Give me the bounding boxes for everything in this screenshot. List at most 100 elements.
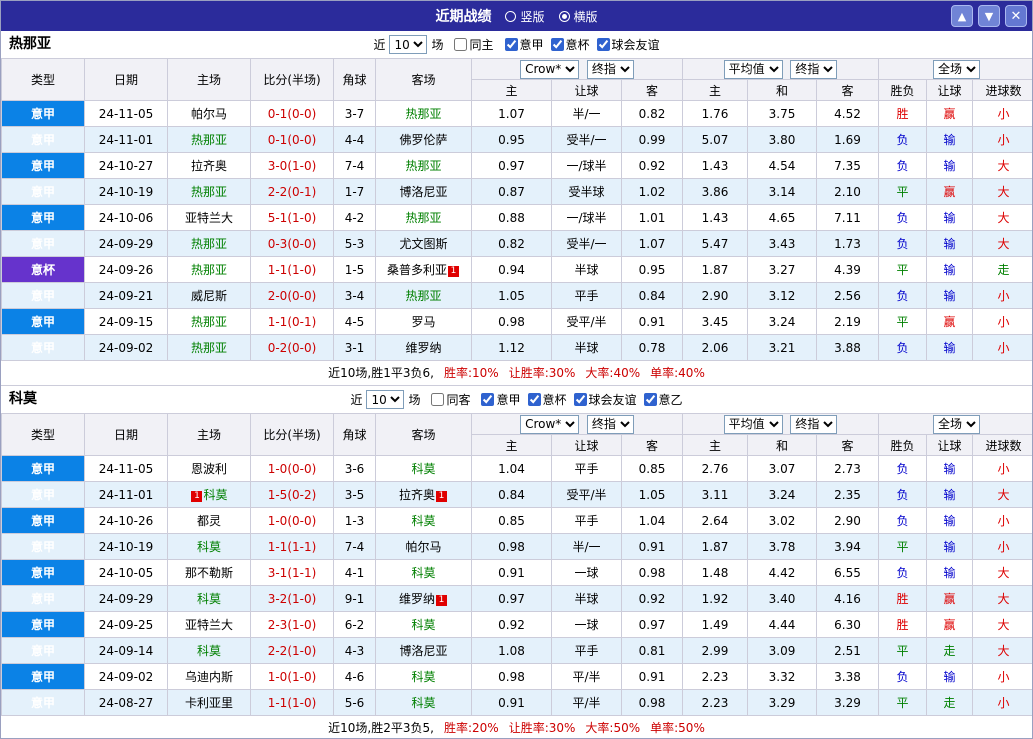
competition-checkbox-input[interactable] [596, 37, 610, 51]
away-team-name[interactable]: 尤文图斯 [399, 237, 447, 251]
home-team-name[interactable]: 那不勒斯 [185, 566, 233, 580]
away-team-name[interactable]: 帕尔马 [405, 540, 441, 554]
competition-checkbox-input[interactable] [643, 392, 657, 406]
home-team-name[interactable]: 科莫 [197, 644, 221, 658]
away-team-name[interactable]: 博洛尼亚 [399, 644, 447, 658]
score-link[interactable]: 1-1(0-1) [268, 315, 317, 329]
score-link[interactable]: 1-0(0-0) [268, 462, 317, 476]
score-link[interactable]: 1-1(1-0) [268, 696, 317, 710]
odds-source-kind-select[interactable]: 终指 [586, 414, 634, 434]
home-team-name[interactable]: 科莫 [203, 488, 227, 502]
away-team-name[interactable]: 科莫 [411, 462, 435, 476]
odds-handicap-cell: 平/半 [551, 663, 622, 690]
avg-odds-select[interactable]: 平均值 [723, 59, 783, 79]
score-link[interactable]: 0-2(0-0) [268, 341, 317, 355]
home-team-name[interactable]: 都灵 [197, 514, 221, 528]
away-team-name[interactable]: 热那亚 [405, 107, 441, 121]
home-team-name[interactable]: 亚特兰大 [185, 618, 233, 632]
score-link[interactable]: 1-1(1-1) [268, 540, 317, 554]
score-link[interactable]: 1-0(0-0) [268, 514, 317, 528]
competition-filter-checkbox[interactable]: 球会友谊 [567, 391, 637, 408]
competition-filter-checkbox[interactable]: 球会友谊 [590, 36, 660, 53]
score-link[interactable]: 3-1(1-1) [268, 566, 317, 580]
odds-source-select[interactable]: Crow* [520, 414, 580, 434]
away-team-name[interactable]: 科莫 [411, 670, 435, 684]
close-button[interactable]: ✕ [1005, 5, 1027, 27]
away-team-name[interactable]: 热那亚 [405, 159, 441, 173]
away-team-name[interactable]: 科莫 [411, 618, 435, 632]
away-team-name[interactable]: 科莫 [411, 696, 435, 710]
home-team-name[interactable]: 热那亚 [191, 185, 227, 199]
match-row: 意甲 24-09-14 科莫 2-2(1-0) 4-3 博洛尼亚 1.08 平手… [1, 637, 1032, 664]
score-link[interactable]: 3-0(1-0) [268, 159, 317, 173]
away-team-name[interactable]: 罗马 [411, 315, 435, 329]
score-link[interactable]: 0-3(0-0) [268, 237, 317, 251]
move-down-button[interactable]: ▼ [978, 5, 1000, 27]
fulltime-select[interactable]: 全场 [933, 59, 980, 79]
home-team-name[interactable]: 帕尔马 [191, 107, 227, 121]
same-venue-checkbox[interactable]: 同主 [447, 36, 494, 53]
away-team-name[interactable]: 博洛尼亚 [399, 185, 447, 199]
away-team-name[interactable]: 桑普多利亚 [387, 263, 447, 277]
home-team-name[interactable]: 乌迪内斯 [185, 670, 233, 684]
score-link[interactable]: 3-2(1-0) [268, 592, 317, 606]
score-link[interactable]: 2-3(1-0) [268, 618, 317, 632]
competition-checkbox-input[interactable] [527, 392, 541, 406]
same-venue-checkbox-input[interactable] [431, 393, 445, 406]
competition-filter-checkbox[interactable]: 意甲 [474, 391, 521, 408]
away-team-name[interactable]: 拉齐奥 [399, 488, 435, 502]
competition-checkbox-input[interactable] [481, 392, 495, 406]
score-link[interactable]: 0-1(0-0) [268, 133, 317, 147]
score-link[interactable]: 2-2(0-1) [268, 185, 317, 199]
home-team-name[interactable]: 热那亚 [191, 315, 227, 329]
home-team-name[interactable]: 卡利亚里 [185, 696, 233, 710]
avg-odds-select[interactable]: 平均值 [723, 414, 783, 434]
fulltime-select[interactable]: 全场 [933, 414, 980, 434]
home-team-name[interactable]: 科莫 [197, 592, 221, 606]
away-team-name[interactable]: 热那亚 [405, 289, 441, 303]
competition-filter-checkbox[interactable]: 意杯 [544, 36, 590, 53]
avg-away-cell: 6.30 [816, 611, 879, 638]
away-team-name[interactable]: 科莫 [411, 514, 435, 528]
same-venue-checkbox[interactable]: 同客 [424, 391, 470, 408]
score-link[interactable]: 2-0(0-0) [268, 289, 317, 303]
competition-checkbox-input[interactable] [550, 37, 564, 51]
away-team-name[interactable]: 维罗纳 [399, 592, 435, 606]
score-link[interactable]: 5-1(1-0) [268, 211, 317, 225]
competition-filter-checkbox[interactable]: 意甲 [498, 36, 544, 53]
score-link[interactable]: 1-5(0-2) [268, 488, 317, 502]
odds-handicap-cell: 半球 [551, 585, 622, 612]
competition-checkbox-input[interactable] [573, 392, 587, 406]
away-team-name[interactable]: 佛罗伦萨 [399, 133, 447, 147]
odds-source-kind-select[interactable]: 终指 [586, 59, 634, 79]
move-up-button[interactable]: ▲ [951, 5, 973, 27]
avg-odds-kind-select[interactable]: 终指 [790, 414, 838, 434]
home-team-name[interactable]: 拉齐奥 [191, 159, 227, 173]
score-link[interactable]: 1-0(1-0) [268, 670, 317, 684]
score-link[interactable]: 2-2(1-0) [268, 644, 317, 658]
home-team-name[interactable]: 亚特兰大 [185, 211, 233, 225]
competition-checkbox-input[interactable] [504, 37, 518, 51]
competition-filter-checkbox[interactable]: 意乙 [637, 391, 683, 408]
radio-horizontal-layout[interactable]: 横版 [558, 8, 598, 25]
avg-odds-kind-select[interactable]: 终指 [790, 59, 838, 79]
away-team-name[interactable]: 维罗纳 [405, 341, 441, 355]
home-team-name[interactable]: 恩波利 [191, 462, 227, 476]
home-team-name[interactable]: 热那亚 [191, 341, 227, 355]
score-link[interactable]: 0-1(0-0) [268, 107, 317, 121]
avg-draw-cell: 3.75 [747, 100, 817, 127]
odds-source-select[interactable]: Crow* [520, 59, 580, 79]
match-count-select[interactable]: 10 [389, 35, 428, 54]
home-team-name[interactable]: 热那亚 [191, 263, 227, 277]
home-team-name[interactable]: 科莫 [197, 540, 221, 554]
home-team-name[interactable]: 热那亚 [191, 133, 227, 147]
same-venue-checkbox-input[interactable] [454, 38, 468, 51]
competition-filter-checkbox[interactable]: 意杯 [521, 391, 567, 408]
match-count-select[interactable]: 10 [366, 390, 405, 409]
away-team-name[interactable]: 热那亚 [405, 211, 441, 225]
away-team-name[interactable]: 科莫 [411, 566, 435, 580]
radio-vertical-layout[interactable]: 竖版 [505, 8, 545, 25]
home-team-name[interactable]: 热那亚 [191, 237, 227, 251]
home-team-name[interactable]: 威尼斯 [191, 289, 227, 303]
score-link[interactable]: 1-1(1-0) [268, 263, 317, 277]
